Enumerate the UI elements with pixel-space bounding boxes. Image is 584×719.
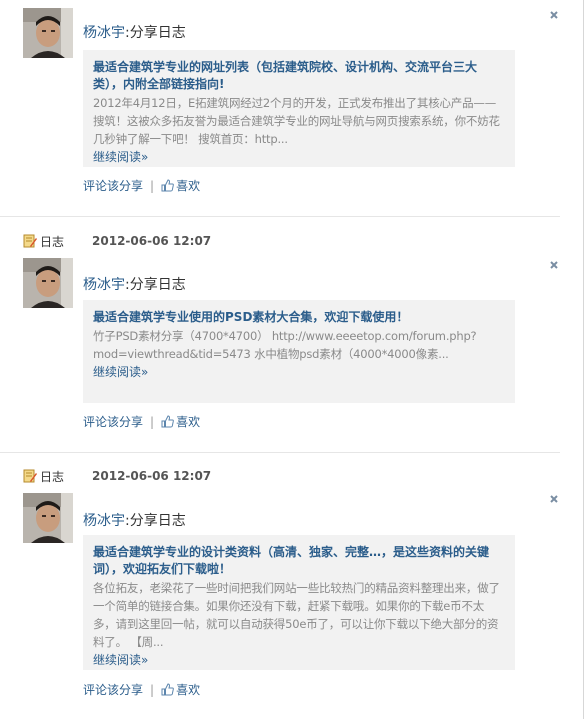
avatar[interactable] — [23, 8, 73, 58]
close-icon[interactable] — [548, 9, 560, 21]
read-more-link[interactable]: 继续阅读» — [93, 363, 148, 381]
avatar[interactable] — [23, 258, 73, 308]
action-separator: | — [150, 178, 155, 193]
author-name[interactable]: 杨冰宇 — [83, 277, 125, 293]
share-action-text: :分享日志 — [125, 25, 186, 41]
author-line: 杨冰宇:分享日志 — [83, 274, 186, 294]
shared-blog-quote: 最适合建筑学专业的网址列表（包括建筑院校、设计机构、交流平台三大类），内附全部链… — [83, 50, 515, 167]
comment-share-link[interactable]: 评论该分享 — [83, 681, 143, 698]
read-more-link[interactable]: 继续阅读» — [93, 148, 148, 166]
post-divider — [0, 216, 560, 217]
author-name[interactable]: 杨冰宇 — [83, 25, 125, 41]
post-type-row: 日志 2012-06-06 12:07 — [23, 466, 211, 486]
blog-pencil-icon — [23, 234, 37, 248]
author-line: 杨冰宇:分享日志 — [83, 22, 186, 42]
post-actions: 评论该分享 | 喜欢 — [83, 413, 200, 430]
share-action-text: :分享日志 — [125, 277, 186, 293]
close-icon[interactable] — [548, 493, 560, 505]
comment-share-link[interactable]: 评论该分享 — [83, 413, 143, 430]
like-button[interactable]: 喜欢 — [161, 413, 200, 430]
post-timestamp: 2012-06-06 12:07 — [92, 234, 212, 248]
post-timestamp: 2012-06-06 12:07 — [92, 469, 212, 483]
post-type-label[interactable]: 日志 — [40, 233, 64, 250]
post-type-row: 日志 2012-06-06 12:07 — [23, 231, 211, 251]
blog-pencil-icon — [23, 469, 37, 483]
share-feed: 杨冰宇:分享日志 最适合建筑学专业的网址列表（包括建筑院校、设计机构、交流平台三… — [0, 0, 584, 719]
like-button[interactable]: 喜欢 — [161, 177, 200, 194]
thumbs-up-icon — [161, 415, 174, 428]
like-label: 喜欢 — [176, 179, 201, 193]
action-separator: | — [150, 682, 155, 697]
read-more-link[interactable]: 继续阅读» — [93, 651, 148, 669]
author-name[interactable]: 杨冰宇 — [83, 513, 125, 529]
shared-blog-excerpt: 各位拓友，老梁花了一些时间把我们网站一些比较热门的精品资料整理出来，做了一个简单… — [93, 581, 500, 649]
like-label: 喜欢 — [176, 415, 201, 429]
like-label: 喜欢 — [176, 683, 201, 697]
avatar[interactable] — [23, 493, 73, 543]
post-actions: 评论该分享 | 喜欢 — [83, 681, 200, 698]
post-actions: 评论该分享 | 喜欢 — [83, 177, 200, 194]
post-type-label[interactable]: 日志 — [40, 468, 64, 485]
post-divider — [0, 452, 560, 453]
shared-blog-excerpt: 2012年4月12日，E拓建筑网经过2个月的开发，正式发布推出了其核心产品——搜… — [93, 96, 500, 146]
shared-blog-quote: 最适合建筑学专业的设计类资料（高清、独家、完整…，是这些资料的关键词），欢迎拓友… — [83, 535, 515, 670]
close-icon[interactable] — [548, 259, 560, 271]
shared-blog-title[interactable]: 最适合建筑学专业的设计类资料（高清、独家、完整…，是这些资料的关键词），欢迎拓友… — [93, 544, 505, 578]
comment-share-link[interactable]: 评论该分享 — [83, 177, 143, 194]
author-line: 杨冰宇:分享日志 — [83, 510, 186, 530]
shared-blog-title[interactable]: 最适合建筑学专业使用的PSD素材大合集，欢迎下载使用！ — [93, 309, 505, 326]
thumbs-up-icon — [161, 683, 174, 696]
action-separator: | — [150, 414, 155, 429]
like-button[interactable]: 喜欢 — [161, 681, 200, 698]
shared-blog-excerpt: 竹子PSD素材分享（4700*4700） http://www.eeeetop.… — [93, 329, 477, 361]
share-action-text: :分享日志 — [125, 513, 186, 529]
thumbs-up-icon — [161, 179, 174, 192]
shared-blog-quote: 最适合建筑学专业使用的PSD素材大合集，欢迎下载使用！ 竹子PSD素材分享（47… — [83, 300, 515, 403]
shared-blog-title[interactable]: 最适合建筑学专业的网址列表（包括建筑院校、设计机构、交流平台三大类），内附全部链… — [93, 59, 505, 93]
